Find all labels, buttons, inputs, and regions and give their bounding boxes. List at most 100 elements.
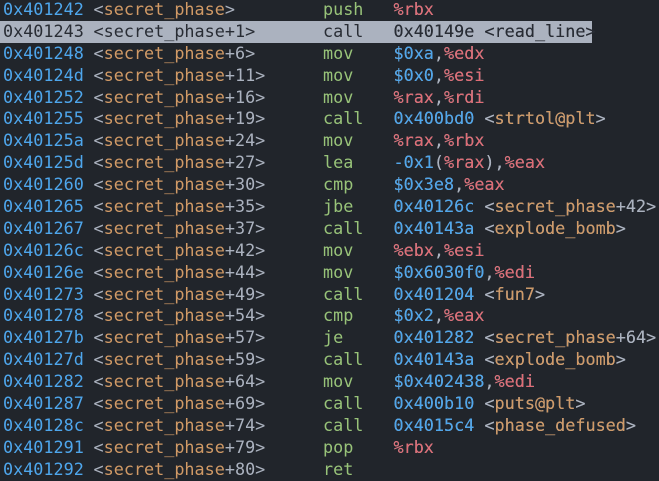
- instruction-row[interactable]: 0x40128c <secret_phase+74> call 0x4015c4 <p…: [3, 414, 636, 437]
- instruction-row[interactable]: 0x40126e <secret_phase+44> mov $0x6030f0,%e…: [3, 262, 592, 284]
- instruction-mnemonic: call: [323, 414, 364, 435]
- instruction-mnemonic: mov: [323, 86, 354, 107]
- symbol-name: secret_phase: [103, 42, 225, 63]
- instruction-address: 0x40124d: [3, 64, 84, 85]
- instruction-address: 0x401282: [3, 371, 84, 392]
- angle-bracket: <: [93, 0, 104, 19]
- angle-bracket: <: [93, 305, 104, 326]
- symbol-name: secret_phase: [103, 152, 225, 173]
- angle-bracket: >: [255, 283, 266, 304]
- instruction-row[interactable]: 0x401287 <secret_phase+69> call 0x400b10 <p…: [3, 393, 592, 415]
- instruction-row[interactable]: 0x401252 <secret_phase+16> mov %rax,%rdi %ra…: [3, 87, 592, 109]
- instruction-operands: 0x400bd0 <strtol@plt>: [393, 108, 606, 129]
- instruction-address: 0x401242: [3, 0, 84, 19]
- instruction-mnemonic: mov: [323, 371, 354, 392]
- instruction-address: 0x401243: [3, 20, 84, 41]
- instruction-symbol: <secret_phase+1>: [94, 21, 256, 43]
- instruction-row[interactable]: 0x401278 <secret_phase+54> cmp $0x2,%eax $0x…: [3, 305, 592, 327]
- instruction-mnemonic: lea: [323, 152, 354, 173]
- instruction-row[interactable]: 0x401291 <secret_phase+79> pop %rbx %rbx: [3, 437, 592, 459]
- symbol-offset: +59: [224, 349, 256, 370]
- symbol-name: secret_phase: [103, 0, 225, 19]
- symbol-offset: +27: [224, 152, 256, 173]
- symbol-offset: +80: [224, 458, 256, 479]
- angle-bracket: >: [255, 86, 266, 107]
- instruction-operands: 0x4015c4 <phase_defused>: [393, 414, 636, 435]
- instruction-row[interactable]: 0x401260 <secret_phase+30> cmp $0x3e8,%eax $…: [3, 174, 592, 196]
- angle-bracket: <: [93, 414, 104, 435]
- instruction-operands: $0x6030f0,%edi: [393, 261, 535, 282]
- angle-bracket: <: [93, 130, 104, 151]
- instruction-row[interactable]: 0x40125a <secret_phase+24> mov %rax,%rbx %ra…: [3, 130, 592, 152]
- instruction-operands: 0x40143a <explode_bomb>: [393, 217, 626, 238]
- instruction-operands: %ebx,%esi: [393, 239, 485, 260]
- symbol-offset: +24: [224, 130, 256, 151]
- instruction-operands: %rax,%rbx: [393, 130, 485, 151]
- instruction-operands: %rbx: [393, 0, 434, 19]
- symbol-name: secret_phase: [103, 86, 225, 107]
- instruction-row[interactable]: 0x401248 <secret_phase+6> mov $0xa,%edx $0xa…: [3, 43, 592, 65]
- instruction-row[interactable]: 0x401267 <secret_phase+37> call 0x40143a <e…: [3, 217, 626, 240]
- instruction-row[interactable]: 0x40124d <secret_phase+11> mov $0x0,%esi $0x…: [3, 65, 592, 87]
- instruction-symbol: <secret_phase+59>: [94, 349, 266, 371]
- angle-bracket: <: [93, 349, 104, 370]
- symbol-offset: +57: [224, 327, 256, 348]
- instruction-row[interactable]: 0x401292 <secret_phase+80> ret: [3, 459, 592, 481]
- symbol-offset: +6: [224, 42, 246, 63]
- symbol-offset: +44: [224, 261, 256, 282]
- instruction-row[interactable]: 0x40126c <secret_phase+42> mov %ebx,%esi %eb…: [3, 240, 592, 262]
- angle-bracket: <: [93, 42, 104, 63]
- instruction-mnemonic: call: [323, 349, 364, 370]
- instruction-symbol: <secret_phase+80>: [94, 459, 266, 481]
- angle-bracket: <: [93, 327, 104, 348]
- angle-bracket: >: [255, 436, 266, 457]
- instruction-mnemonic: call: [323, 20, 364, 41]
- angle-bracket: <: [93, 458, 104, 479]
- instruction-symbol: <secret_phase+16>: [94, 87, 266, 109]
- angle-bracket: <: [93, 261, 104, 282]
- angle-bracket: >: [245, 42, 256, 63]
- instruction-operands: $0x3e8,%eax: [393, 174, 505, 195]
- instruction-mnemonic: mov: [323, 261, 354, 282]
- instruction-symbol: <secret_phase+35>: [94, 196, 266, 218]
- instruction-mnemonic: cmp: [323, 305, 354, 326]
- instruction-symbol: <secret_phase+54>: [94, 305, 266, 327]
- instruction-row[interactable]: 0x401265 <secret_phase+35> jbe 0x40126c <se…: [3, 196, 656, 218]
- angle-bracket: >: [224, 0, 235, 19]
- instruction-operands: $0x2,%eax: [393, 305, 485, 326]
- instruction-address: 0x40125d: [3, 152, 84, 173]
- instruction-row[interactable]: 0x401282 <secret_phase+64> mov $0x402438,%e…: [3, 371, 592, 393]
- instruction-row[interactable]: 0x401255 <secret_phase+19> call 0x400bd0 <s…: [3, 108, 606, 130]
- instruction-row-selected[interactable]: 0x401243 <secret_phase+1> call 0x40149e <re…: [0, 20, 596, 43]
- instruction-row[interactable]: 0x401242 <secret_phase> push %rbx %rbx: [3, 0, 592, 21]
- angle-bracket: <: [93, 217, 104, 238]
- angle-bracket: >: [255, 174, 266, 195]
- instruction-address: 0x40128c: [3, 414, 84, 435]
- instruction-symbol: <secret_phase+69>: [94, 393, 266, 415]
- instruction-operands: $0x0,%esi: [393, 64, 485, 85]
- angle-bracket: <: [93, 152, 104, 173]
- instruction-row[interactable]: 0x40125d <secret_phase+27> lea -0x1(%rax),%…: [3, 152, 592, 174]
- angle-bracket: >: [255, 108, 266, 129]
- instruction-symbol: <secret_phase>: [94, 0, 235, 21]
- angle-bracket: >: [255, 217, 266, 238]
- symbol-offset: +37: [224, 217, 256, 238]
- instruction-mnemonic: pop: [323, 436, 354, 457]
- symbol-offset: +64: [224, 371, 256, 392]
- angle-bracket: <: [93, 371, 104, 392]
- instruction-row[interactable]: 0x401273 <secret_phase+49> call 0x401204 <f…: [3, 284, 592, 306]
- instruction-address: 0x40127b: [3, 327, 84, 348]
- instruction-address: 0x40127d: [3, 349, 84, 370]
- instruction-symbol: <secret_phase+11>: [94, 65, 266, 87]
- instruction-symbol: <secret_phase+49>: [94, 284, 266, 306]
- angle-bracket: >: [255, 130, 266, 151]
- angle-bracket: <: [93, 64, 104, 85]
- instruction-address: 0x401287: [3, 393, 84, 414]
- instruction-row[interactable]: 0x40127d <secret_phase+59> call 0x40143a <e…: [3, 349, 626, 371]
- instruction-operands: 0x401204 <fun7>: [393, 283, 546, 304]
- instruction-address: 0x401278: [3, 305, 84, 326]
- instruction-symbol: <secret_phase+24>: [94, 130, 266, 152]
- instruction-row[interactable]: 0x40127b <secret_phase+57> je 0x401282 <sec…: [3, 327, 656, 349]
- disassembly-listing: 0x401242 <secret_phase> push %rbx %rbx 0x4012…: [0, 0, 656, 481]
- instruction-operands: 0x40126c <secret_phase+42>: [393, 196, 657, 217]
